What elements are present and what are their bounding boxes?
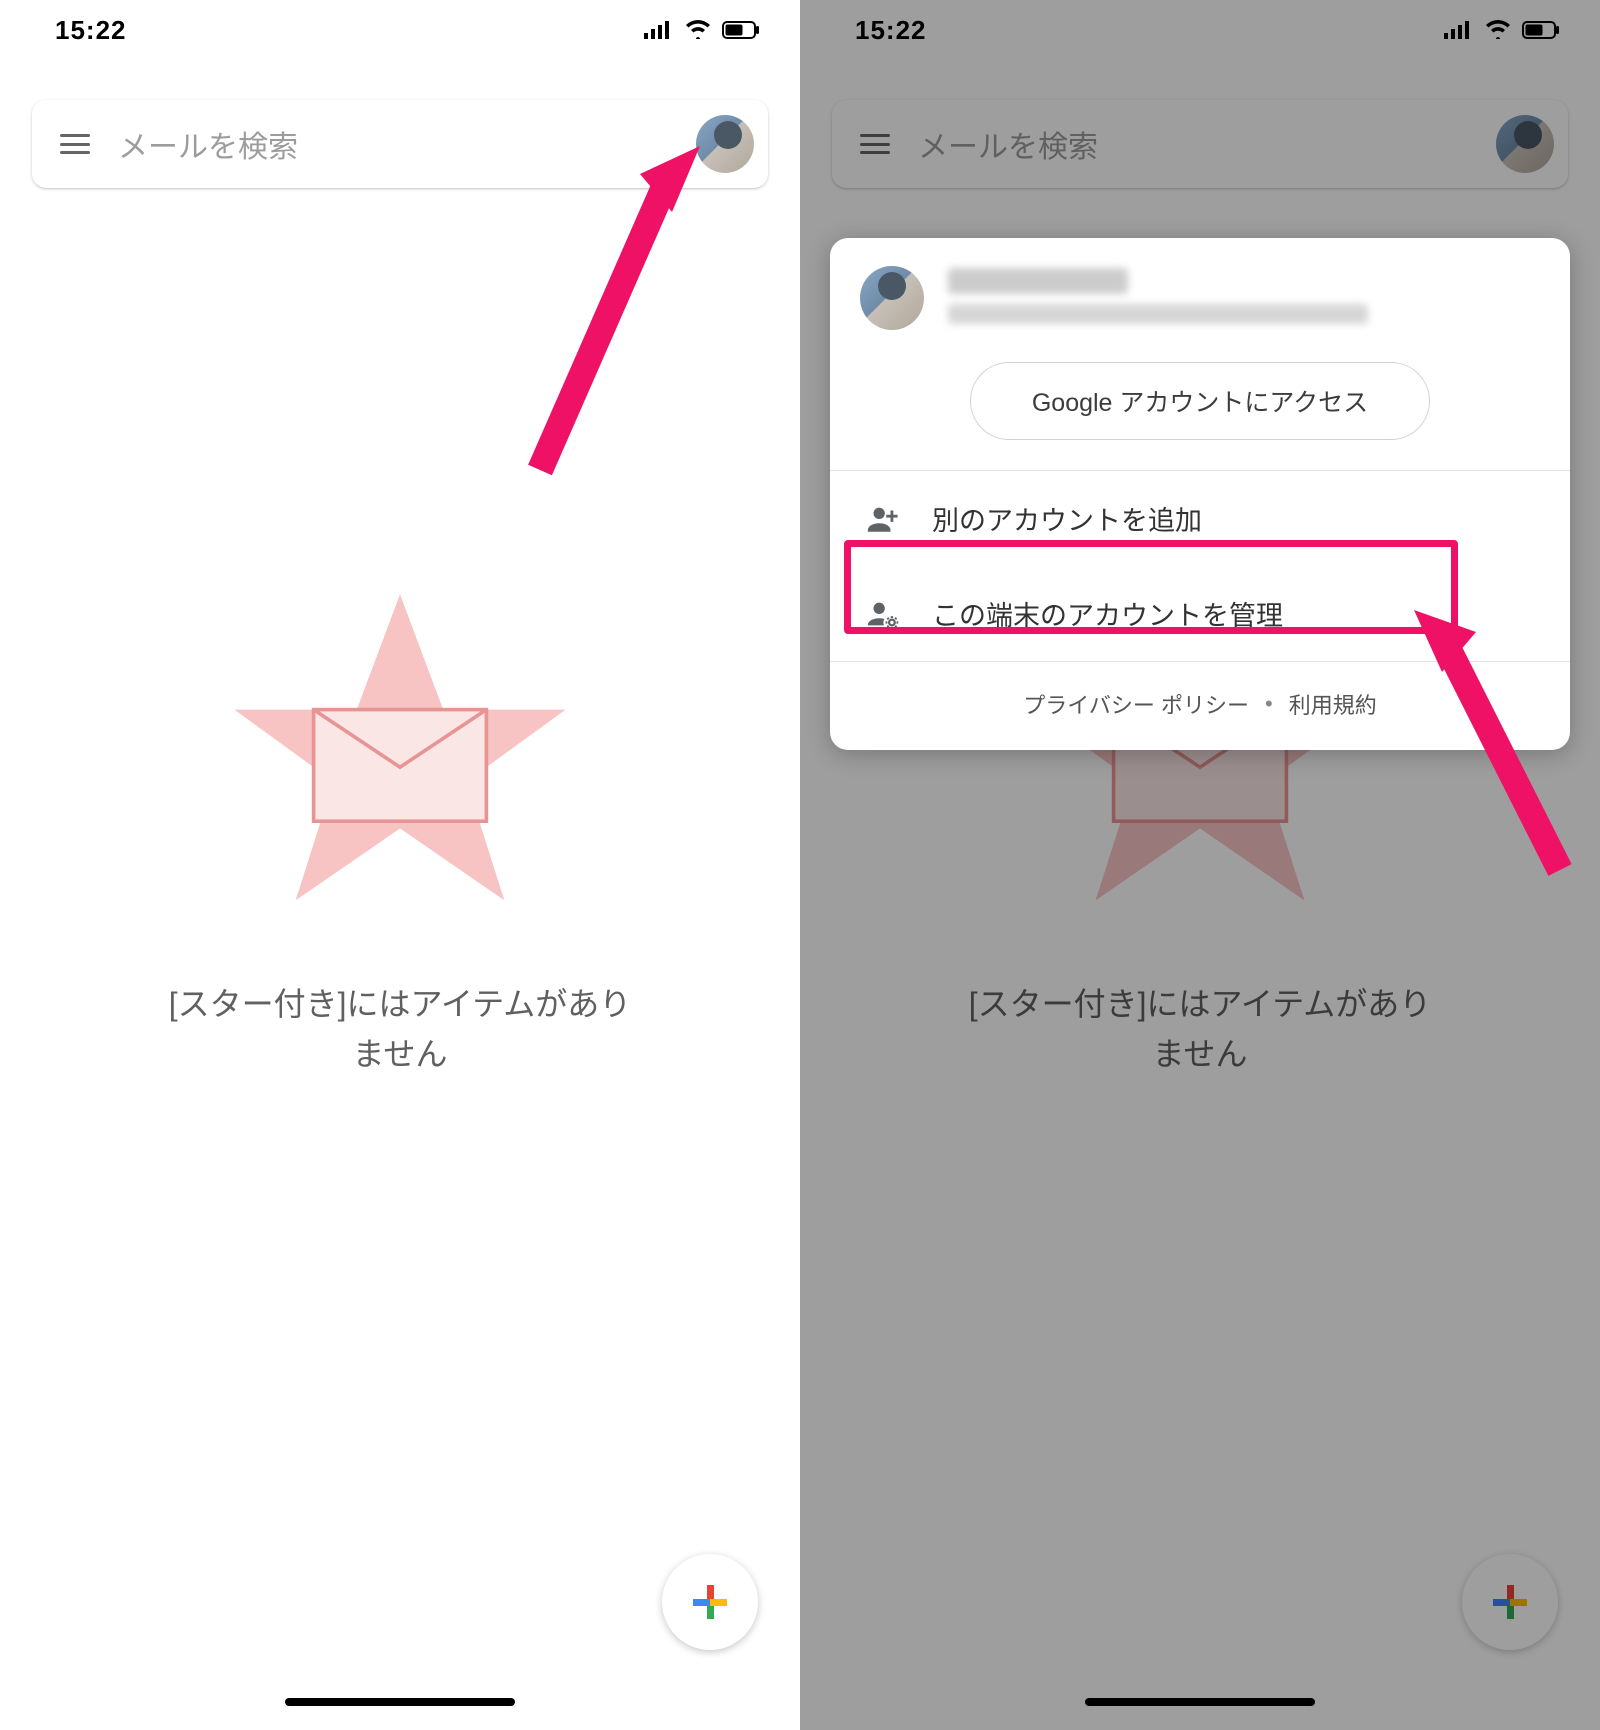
cellular-icon xyxy=(644,15,674,46)
wifi-icon xyxy=(1484,15,1512,46)
google-account-access-button[interactable]: Google アカウントにアクセス xyxy=(970,362,1430,440)
phone-left: 15:22 メールを検索 [スター付き]にはアイテムがあり ません xyxy=(0,0,800,1730)
search-bar[interactable]: メールを検索 xyxy=(32,100,768,188)
account-email-redacted xyxy=(948,304,1368,324)
battery-icon xyxy=(722,15,760,46)
home-indicator xyxy=(1085,1698,1315,1706)
account-header xyxy=(830,238,1570,354)
account-name-redacted xyxy=(948,268,1128,294)
hamburger-icon[interactable] xyxy=(860,134,890,154)
empty-message: [スター付き]にはアイテムがあり ません xyxy=(889,980,1512,1079)
cellular-icon xyxy=(1444,15,1474,46)
empty-state: [スター付き]にはアイテムがあり ません xyxy=(0,580,800,1079)
empty-message: [スター付き]にはアイテムがあり ません xyxy=(89,980,712,1079)
plus-multicolor-icon xyxy=(1493,1585,1527,1619)
status-right xyxy=(644,15,760,46)
compose-fab[interactable] xyxy=(1462,1554,1558,1650)
status-bar: 15:22 xyxy=(800,0,1600,60)
account-sheet: Google アカウントにアクセス 別のアカウントを追加 この端末のアカウントを… xyxy=(830,238,1570,750)
hamburger-icon[interactable] xyxy=(60,134,90,154)
battery-icon xyxy=(1522,15,1560,46)
search-placeholder[interactable]: メールを検索 xyxy=(118,122,668,166)
search-placeholder[interactable]: メールを検索 xyxy=(918,122,1468,166)
status-bar: 15:22 xyxy=(0,0,800,60)
phone-right: 15:22 メールを検索 [スター付き]にはアイテムがあり ません xyxy=(800,0,1600,1730)
terms-link[interactable]: 利用規約 xyxy=(1289,688,1377,720)
manage-accounts-label: この端末のアカウントを管理 xyxy=(932,594,1283,633)
starred-empty-icon xyxy=(220,580,580,940)
home-indicator xyxy=(285,1698,515,1706)
sheet-footer: プライバシー ポリシー • 利用規約 xyxy=(830,662,1570,750)
account-avatar[interactable] xyxy=(1496,115,1554,173)
add-account-label: 別のアカウントを追加 xyxy=(932,499,1202,538)
person-add-icon xyxy=(862,502,902,536)
account-avatar[interactable] xyxy=(696,115,754,173)
manage-accounts-row[interactable]: この端末のアカウントを管理 xyxy=(830,566,1570,661)
status-time: 15:22 xyxy=(55,15,127,46)
separator-dot: • xyxy=(1265,691,1273,717)
plus-multicolor-icon xyxy=(693,1585,727,1619)
wifi-icon xyxy=(684,15,712,46)
person-gear-icon xyxy=(862,597,902,631)
status-time: 15:22 xyxy=(855,15,927,46)
account-avatar-large[interactable] xyxy=(860,266,924,330)
compose-fab[interactable] xyxy=(662,1554,758,1650)
search-bar[interactable]: メールを検索 xyxy=(832,100,1568,188)
add-account-row[interactable]: 別のアカウントを追加 xyxy=(830,471,1570,566)
status-right xyxy=(1444,15,1560,46)
privacy-policy-link[interactable]: プライバシー ポリシー xyxy=(1023,688,1249,720)
